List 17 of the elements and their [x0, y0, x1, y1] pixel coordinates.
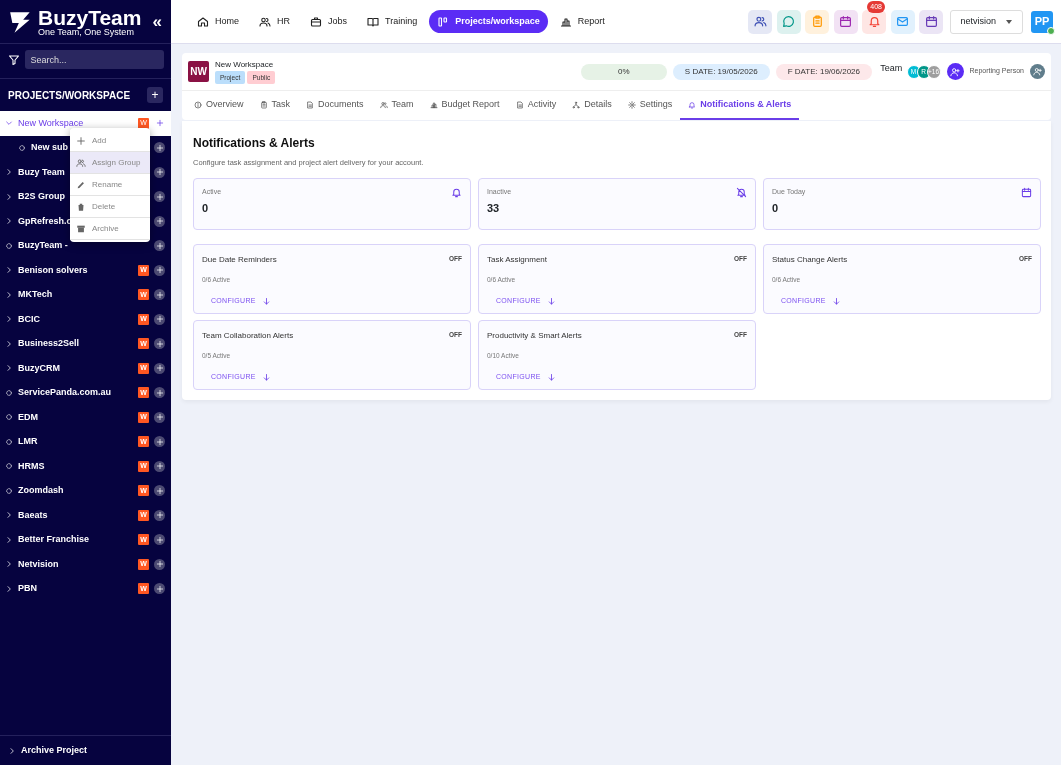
- panel-title: Notifications & Alerts: [193, 135, 316, 152]
- stat-value: 33: [487, 201, 501, 217]
- project-avatar: NW: [188, 61, 209, 82]
- alert-title: Team Collaboration Alerts: [202, 330, 294, 343]
- alert-title: Task Assignment: [487, 254, 548, 267]
- alert-title: Due Date Reminders: [202, 254, 277, 267]
- progress-label: 0%: [618, 66, 630, 76]
- brand-name: BuzyTeam: [38, 6, 143, 28]
- project-name: New Workspace: [215, 58, 275, 71]
- team-label: Team: [880, 61, 903, 75]
- alert-title: Productivity & Smart Alerts: [487, 330, 582, 343]
- alert-title: Status Change Alerts: [772, 254, 848, 267]
- start-date: S DATE: 19/05/2026: [672, 63, 770, 80]
- stat-value: 0: [202, 201, 210, 217]
- section-title: PROJECTS/WORKSPACE: [8, 88, 131, 103]
- stat-value: 0: [772, 201, 780, 217]
- finish-date: F DATE: 19/06/2026: [775, 63, 872, 80]
